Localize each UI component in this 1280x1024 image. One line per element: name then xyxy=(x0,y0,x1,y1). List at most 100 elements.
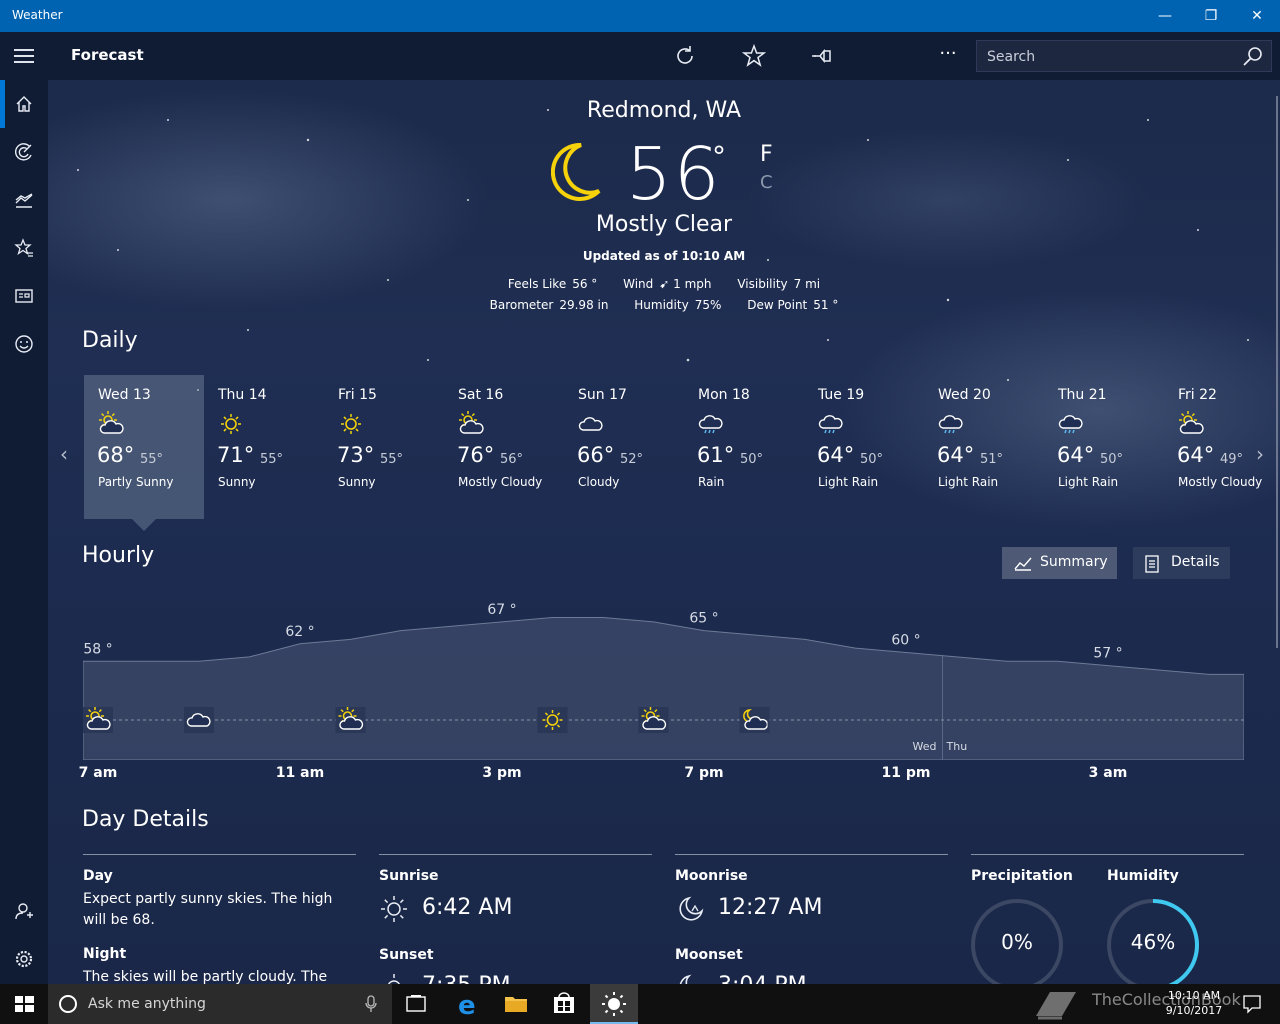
sunrise-label: Sunrise xyxy=(379,868,439,884)
hour-label: 3 pm xyxy=(482,765,522,781)
file-explorer-icon[interactable] xyxy=(494,984,538,1024)
daily-forecast-card[interactable]: Wed 13 68° 55° Partly Sunny xyxy=(84,375,204,519)
daily-forecast-card[interactable]: Fri 22 64° 49° Mostly Cloudy xyxy=(1164,375,1280,519)
daily-forecast-card[interactable]: Tue 19 64° 50° Light Rain xyxy=(804,375,924,519)
partly-cloudy-night-icon xyxy=(739,707,770,733)
weather-app-taskbar-button[interactable] xyxy=(590,984,638,1024)
day-condition: Sunny xyxy=(338,475,376,489)
task-view-icon[interactable] xyxy=(396,984,436,1024)
summary-button[interactable]: Summary xyxy=(1002,547,1117,579)
account-icon[interactable] xyxy=(0,887,48,935)
document-icon xyxy=(1145,555,1159,573)
low-temperature: 50° xyxy=(740,452,764,467)
wind-label: Wind xyxy=(623,277,654,291)
daily-forecast-card[interactable]: Mon 18 61° 50° Rain xyxy=(684,375,804,519)
rain-icon xyxy=(698,411,724,441)
temperature-label: 65 ° xyxy=(689,611,718,627)
high-temperature: 64° xyxy=(1177,443,1215,467)
hour-label: 7 am xyxy=(78,765,118,781)
moon-icon xyxy=(550,142,603,206)
daily-forecast-card[interactable]: Wed 20 64° 51° Light Rain xyxy=(924,375,1044,519)
start-button[interactable] xyxy=(0,984,48,1024)
vertical-scrollbar[interactable] xyxy=(1276,96,1278,648)
moon-icon[interactable] xyxy=(875,42,905,70)
low-temperature: 55° xyxy=(260,452,284,467)
side-navigation xyxy=(0,80,48,984)
news-icon[interactable] xyxy=(0,272,48,320)
hamburger-icon[interactable] xyxy=(0,32,48,80)
action-center-icon[interactable] xyxy=(1232,984,1272,1024)
summary-label: Summary xyxy=(1040,554,1108,570)
feedback-icon[interactable] xyxy=(0,320,48,368)
home-icon[interactable] xyxy=(0,80,48,128)
selected-day-pointer xyxy=(132,519,156,531)
current-condition: Mostly Clear xyxy=(595,212,733,237)
celsius-toggle[interactable]: C xyxy=(760,172,773,193)
daily-prev-button[interactable]: ‹ xyxy=(60,442,68,466)
divider xyxy=(379,854,652,855)
degree-symbol: ° xyxy=(712,140,726,173)
hour-label: 7 pm xyxy=(684,765,724,781)
day-condition: Mostly Cloudy xyxy=(458,475,543,489)
low-temperature: 55° xyxy=(380,452,404,467)
temperature-label: 60 ° xyxy=(891,633,920,649)
daily-forecast-card[interactable]: Fri 15 73° 55° Sunny xyxy=(324,375,444,519)
low-temperature: 50° xyxy=(1100,452,1124,467)
minimize-button[interactable]: — xyxy=(1142,0,1188,32)
high-temperature: 64° xyxy=(1057,443,1095,467)
cortana-icon xyxy=(59,995,77,1013)
sunny-icon xyxy=(537,707,568,733)
star-icon[interactable] xyxy=(739,42,769,70)
partly-sunny-icon xyxy=(335,707,366,733)
barometer-value: 29.98 in xyxy=(559,298,609,312)
moonrise-label: Moonrise xyxy=(675,868,748,884)
dew-point-value: 51 ° xyxy=(813,298,839,312)
system-clock[interactable]: 10:10 AM 9/10/2017 xyxy=(1164,988,1224,1018)
daily-forecast-card[interactable]: Sat 16 76° 56° Mostly Cloudy xyxy=(444,375,564,519)
maps-icon[interactable] xyxy=(0,128,48,176)
rain-icon xyxy=(938,411,964,441)
low-temperature: 52° xyxy=(620,452,644,467)
hourly-temperature-chart[interactable]: Wed Thu 58 ° 62 ° 67 ° 65 ° 60 ° 57 ° xyxy=(83,600,1244,760)
edge-browser-icon[interactable]: e xyxy=(446,984,490,1024)
refresh-icon[interactable] xyxy=(670,42,700,70)
partly-sunny-icon xyxy=(458,411,484,441)
divider xyxy=(675,854,948,855)
microphone-icon[interactable] xyxy=(364,995,378,1013)
settings-icon[interactable] xyxy=(0,935,48,983)
svg-text:e: e xyxy=(458,991,476,1021)
dew-point-label: Dew Point xyxy=(747,298,808,312)
cortana-input[interactable] xyxy=(88,994,348,1014)
day-name: Thu 21 xyxy=(1058,387,1107,403)
daily-forecast-card[interactable]: Thu 14 71° 55° Sunny xyxy=(204,375,324,519)
store-icon[interactable] xyxy=(542,984,586,1024)
sun-icon xyxy=(602,992,626,1016)
maximize-button[interactable]: ❐ xyxy=(1188,0,1234,32)
daily-forecast-card[interactable]: Sun 17 66° 52° Cloudy xyxy=(564,375,684,519)
close-button[interactable]: ✕ xyxy=(1234,0,1280,32)
day-name: Mon 18 xyxy=(698,387,750,403)
rain-icon xyxy=(1058,411,1084,441)
day-condition: Sunny xyxy=(218,475,256,489)
details-button[interactable]: Details xyxy=(1133,547,1230,579)
search-input[interactable] xyxy=(987,47,1227,67)
day-name: Sat 16 xyxy=(458,387,504,403)
humidity-detail-label: Humidity xyxy=(1107,868,1179,884)
fahrenheit-toggle[interactable]: F xyxy=(760,142,773,167)
location-name: Redmond, WA xyxy=(586,98,742,123)
search-icon[interactable] xyxy=(1241,45,1265,69)
historical-weather-icon[interactable] xyxy=(0,176,48,224)
cloudy-icon xyxy=(578,411,604,441)
cortana-search-box[interactable] xyxy=(48,984,392,1024)
pin-icon[interactable] xyxy=(807,42,837,70)
more-icon[interactable]: ··· xyxy=(933,42,963,70)
places-icon[interactable] xyxy=(0,224,48,272)
stats-row-2: Barometer 29.98 in Humidity 75% Dew Point 5… xyxy=(48,298,1280,312)
high-temperature: 76° xyxy=(457,443,495,467)
precipitation-label: Precipitation xyxy=(971,868,1073,884)
temperature-label: 58 ° xyxy=(83,641,112,657)
search-box[interactable] xyxy=(976,40,1272,72)
high-temperature: 73° xyxy=(337,443,375,467)
daily-forecast-card[interactable]: Thu 21 64° 50° Light Rain xyxy=(1044,375,1164,519)
partly-sunny-icon xyxy=(638,707,669,733)
